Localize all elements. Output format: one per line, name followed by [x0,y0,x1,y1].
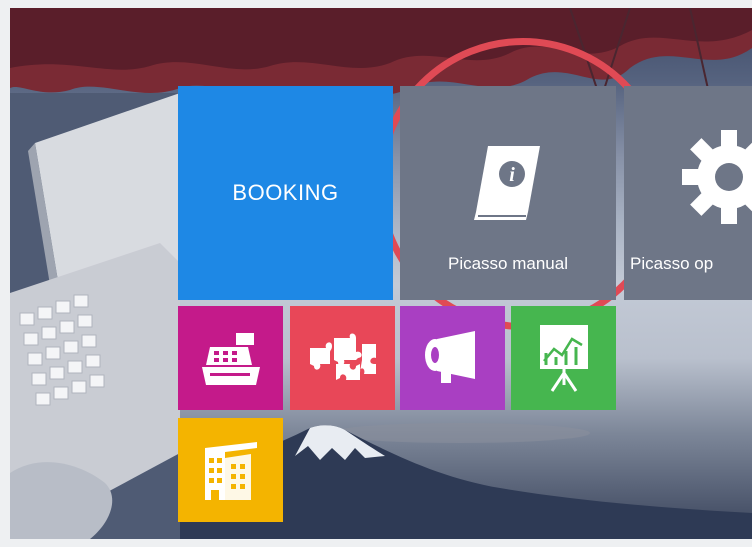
svg-text:i: i [509,164,515,186]
chart-board-icon [539,325,588,392]
puzzle-tile[interactable] [290,306,395,410]
picasso-options-tile[interactable]: Picasso op [624,86,752,300]
hotel-tile[interactable] [178,418,283,522]
booking-tile-label: BOOKING [232,180,339,205]
booking-tile[interactable]: BOOKING [178,86,393,300]
info-book-icon: i [474,146,540,220]
chart-board-tile[interactable] [511,306,616,410]
cash-register-icon [201,333,260,385]
cash-register-tile[interactable] [178,306,283,410]
gear-icon [682,130,752,224]
laptop-photo-panel [10,93,180,539]
laptop-illustration [10,93,180,539]
picasso-options-label: Picasso op [630,254,714,273]
picasso-manual-label: Picasso manual [447,254,568,273]
puzzle-icon [309,333,376,380]
megaphone-icon [424,331,475,383]
picasso-manual-tile[interactable]: i Picasso manual [400,86,616,300]
hotel-icon [204,442,257,500]
megaphone-tile[interactable] [400,306,505,410]
